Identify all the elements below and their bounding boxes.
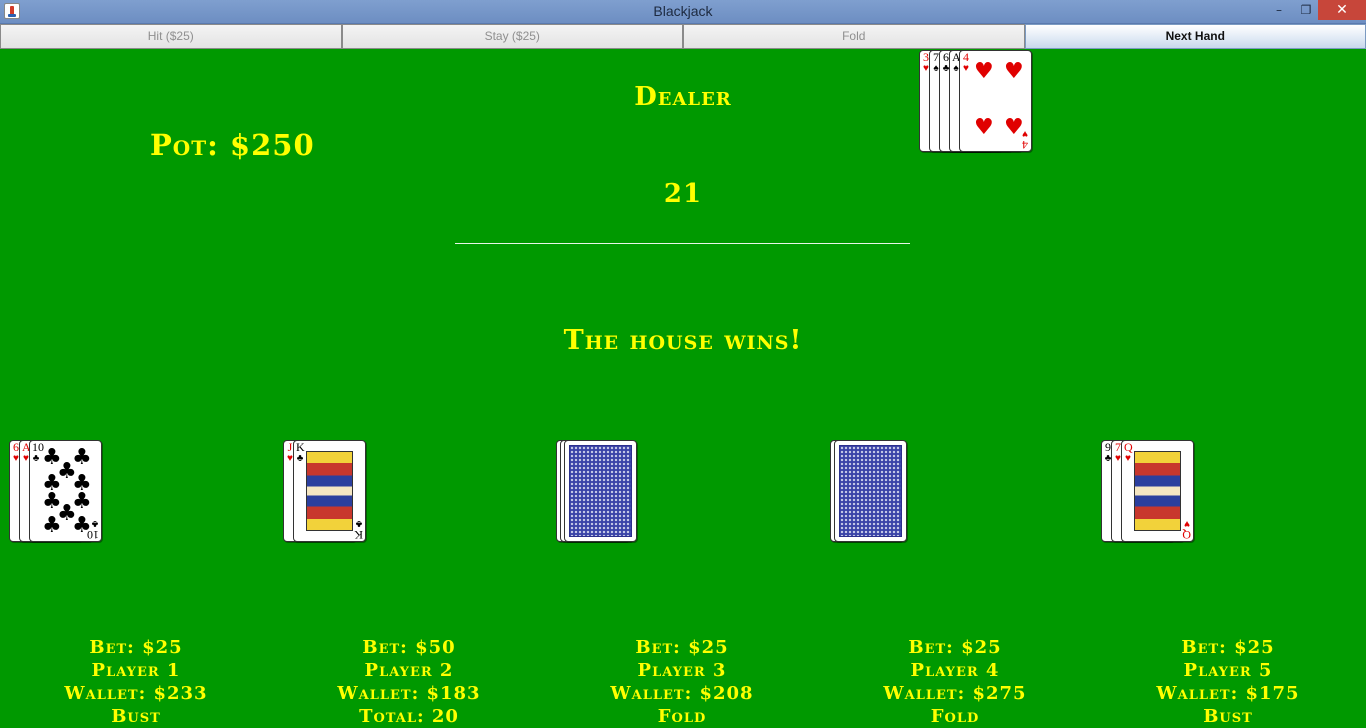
card-index-bottom: Q ♥ [1182, 518, 1191, 542]
court-figure-icon [1134, 451, 1181, 531]
player-name: Player 3 [637, 660, 727, 681]
round-result: The house wins! [563, 325, 803, 356]
player-wallet: Wallet: $275 [883, 683, 1027, 704]
card-back [564, 440, 637, 542]
card-index-bottom: 10 ♣ [87, 518, 99, 542]
window-title: Blackjack [653, 3, 713, 19]
player-bet: Bet: $25 [635, 637, 729, 658]
restore-icon[interactable]: ❐ [1292, 0, 1320, 20]
player-wallet: Wallet: $233 [64, 683, 208, 704]
minimize-icon[interactable]: – [1265, 0, 1293, 20]
player-status: Total: 20 [359, 706, 459, 727]
next-hand-button[interactable]: Next Hand [1024, 24, 1366, 49]
suit-pip-icon: ♥ [974, 59, 994, 84]
dealer-total: 21 [663, 179, 703, 209]
player-2-info: Bet: $50 Player 2 Wallet: $183 Total: 20 [309, 636, 509, 728]
playing-card: Q ♥ Q ♥ [1121, 440, 1194, 542]
suit-pip-icon: ♥ [1004, 59, 1024, 84]
card-index: 4 ♥ [963, 50, 969, 74]
card-index: Q ♥ [1124, 440, 1133, 464]
table-divider [455, 243, 910, 244]
card-index-bottom: K ♣ [354, 518, 363, 542]
suit-pip-icon: ♣ [42, 513, 62, 538]
fold-button[interactable]: Fold [683, 24, 1025, 49]
playing-card: K ♣ K ♣ [293, 440, 366, 542]
player-bet: Bet: $25 [89, 637, 183, 658]
player-bet: Bet: $25 [1181, 637, 1275, 658]
suit-pip-icon: ♥ [1004, 115, 1024, 140]
hit-button[interactable]: Hit ($25) [0, 24, 342, 49]
window-titlebar: Blackjack – ❐ ✕ [0, 0, 1366, 24]
player-bet: Bet: $50 [362, 637, 456, 658]
player-name: Player 2 [364, 660, 454, 681]
player-status: Fold [657, 706, 707, 727]
player-name: Player 1 [91, 660, 181, 681]
player-status: Bust [1203, 706, 1253, 727]
player-5-info: Bet: $25 Player 5 Wallet: $175 Bust [1128, 636, 1328, 728]
player-status: Fold [930, 706, 980, 727]
player-3-info: Bet: $25 Player 3 Wallet: $208 Fold [582, 636, 782, 728]
player-wallet: Wallet: $183 [337, 683, 481, 704]
stay-button[interactable]: Stay ($25) [341, 24, 683, 49]
dealer-label: Dealer [634, 82, 732, 112]
player-status: Bust [111, 706, 161, 727]
player-name: Player 4 [910, 660, 1000, 681]
close-icon[interactable]: ✕ [1318, 0, 1366, 20]
card-index: 10 ♣ [32, 440, 44, 464]
suit-pip-icon: ♣ [72, 513, 92, 538]
player-name: Player 5 [1183, 660, 1273, 681]
player-1-info: Bet: $25 Player 1 Wallet: $233 Bust [36, 636, 236, 728]
card-index: K ♣ [296, 440, 305, 464]
court-figure-icon [306, 451, 353, 531]
player-bet: Bet: $25 [908, 637, 1002, 658]
suit-pip-icon: ♥ [974, 115, 994, 140]
player-4-info: Bet: $25 Player 4 Wallet: $275 Fold [855, 636, 1055, 728]
action-toolbar: Hit ($25) Stay ($25) Fold Next Hand [0, 24, 1366, 49]
playing-card: 10 ♣ 10 ♣ ♣ ♣ ♣ ♣ ♣ ♣ ♣ ♣ ♣ ♣ [29, 440, 102, 542]
player-wallet: Wallet: $175 [1156, 683, 1300, 704]
playing-card: 4 ♥ 4 ♥ ♥ ♥ ♥ ♥ [959, 50, 1032, 152]
pot-amount: Pot: $250 [150, 128, 315, 162]
card-back [834, 440, 907, 542]
player-wallet: Wallet: $208 [610, 683, 754, 704]
